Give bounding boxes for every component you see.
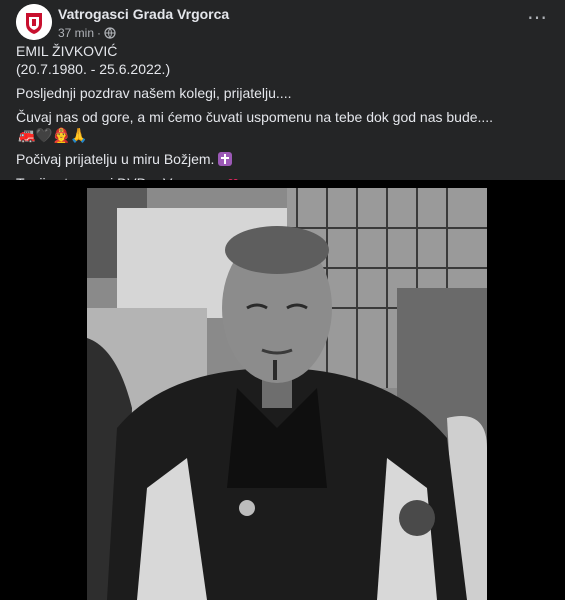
post-meta: 37 min · — [58, 26, 116, 42]
page-avatar[interactable] — [16, 4, 52, 40]
page-name-link[interactable]: Vatrogasci Grada Vrgorca — [58, 6, 229, 22]
memory-emoji: 🚒🖤👨‍🚒🙏 — [18, 127, 88, 143]
post-card: Vatrogasci Grada Vrgorca 37 min · ⋯ EMIL … — [0, 0, 565, 600]
rest-line: Počivaj prijatelju u miru Božjem. — [16, 150, 549, 168]
rest-text: Počivaj prijatelju u miru Božjem. — [16, 151, 215, 167]
globe-icon — [104, 27, 116, 42]
memory-line: Čuvaj nas od gore, a mi ćemo čuvati uspo… — [16, 108, 549, 144]
farewell-line: Posljednji pozdrav našem kolegi, prijate… — [16, 85, 292, 101]
more-options-icon[interactable]: ⋯ — [525, 8, 549, 34]
memory-text: Čuvaj nas od gore, a mi ćemo čuvati uspo… — [16, 109, 494, 125]
post-time[interactable]: 37 min — [58, 26, 94, 40]
deceased-name: EMIL ŽIVKOVIĆ — [16, 43, 118, 59]
post-header: Vatrogasci Grada Vrgorca 37 min · ⋯ — [16, 4, 549, 44]
cross-icon — [218, 152, 233, 166]
post-text: EMIL ŽIVKOVIĆ (20.7.1980. - 25.6.2022.) … — [16, 42, 549, 192]
memorial-photo[interactable] — [87, 188, 487, 600]
life-dates: (20.7.1980. - 25.6.2022.) — [16, 61, 171, 77]
post-media[interactable] — [0, 180, 565, 600]
